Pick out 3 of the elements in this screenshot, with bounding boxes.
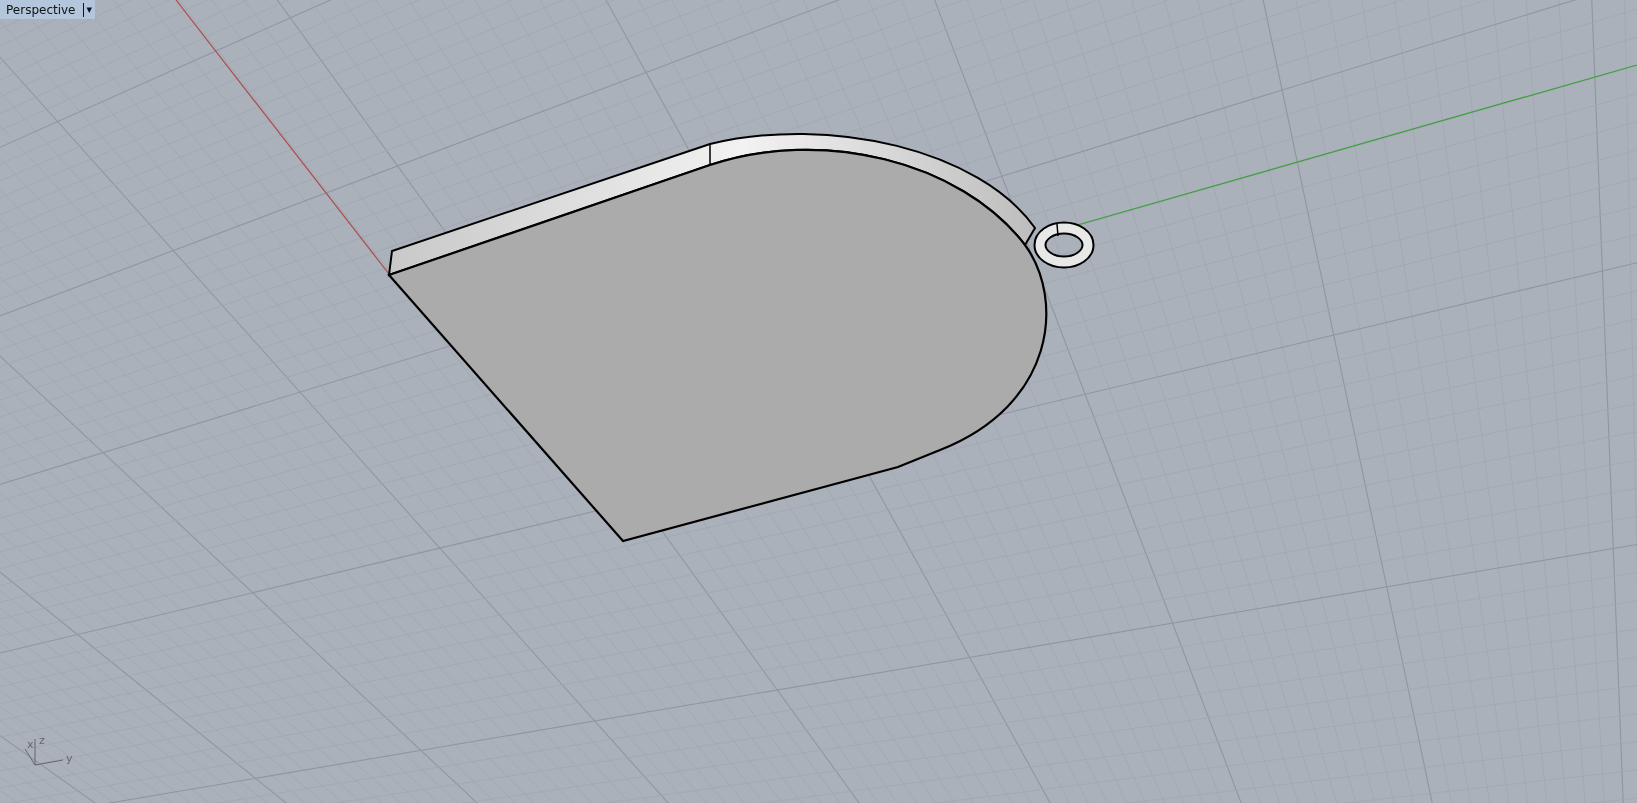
viewport-title[interactable]: Perspective [6,2,76,17]
caret-icon[interactable]: ▾ [86,4,93,15]
viewport-title-tab[interactable]: Perspective ▾ [0,0,96,19]
